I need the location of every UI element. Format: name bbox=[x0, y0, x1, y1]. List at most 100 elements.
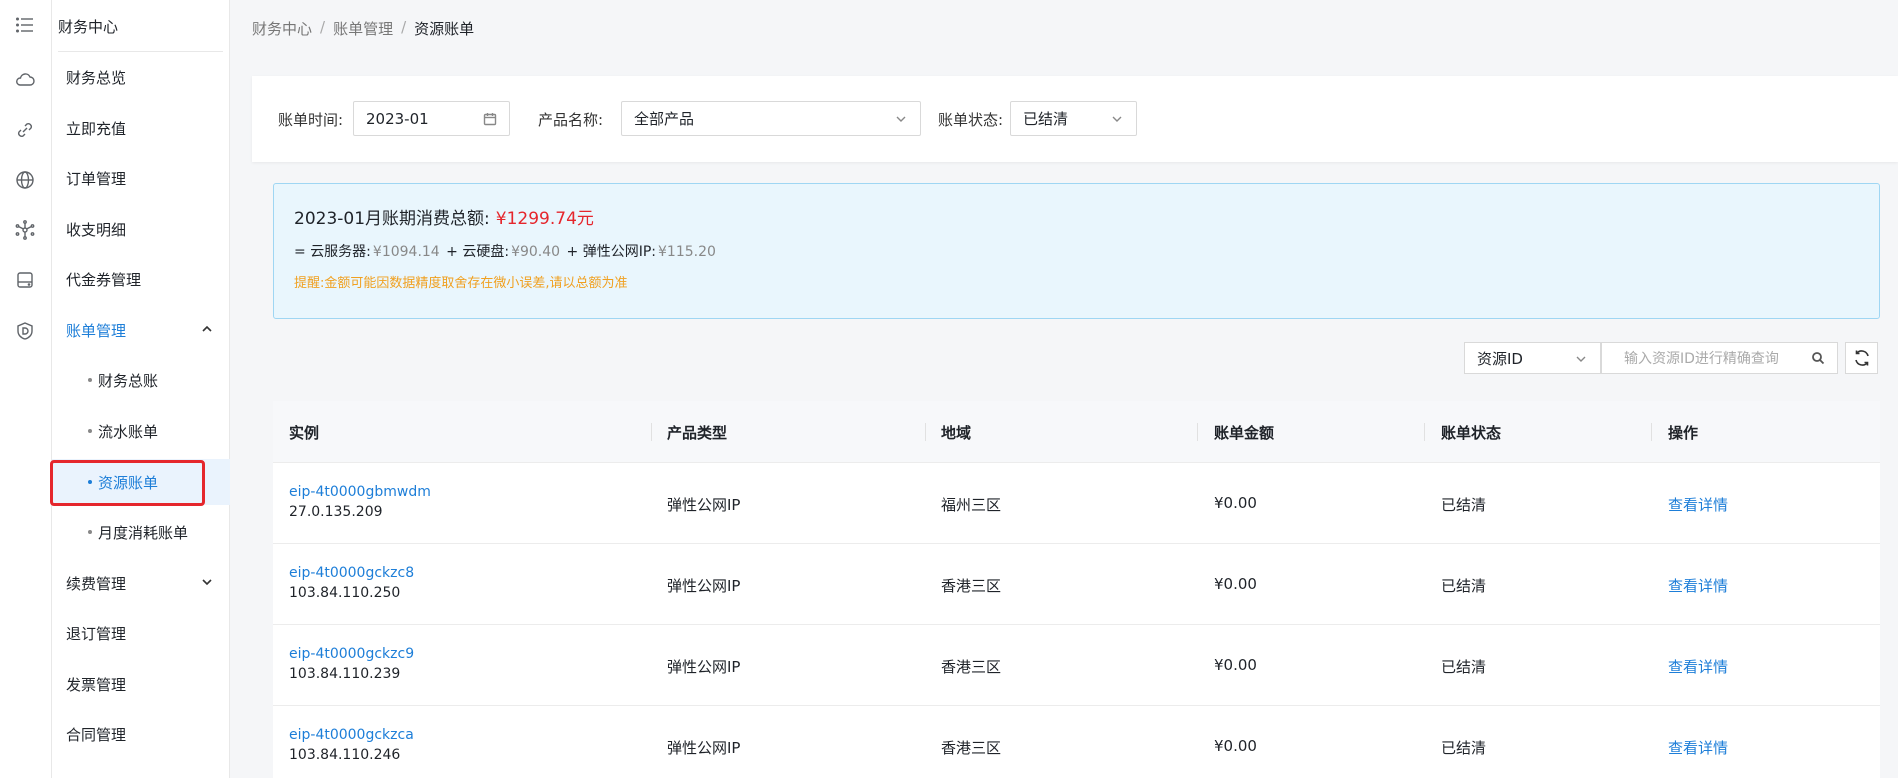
instance-ip: 103.84.110.246 bbox=[289, 747, 401, 763]
chevron-down-icon bbox=[1110, 112, 1124, 126]
instance-id-link[interactable]: eip-4t0000gbmwdm bbox=[289, 484, 431, 500]
sidebar: 财务中心 财务总览 立即充值 订单管理 收支明细 代金券管理 账单管理 财务总账… bbox=[52, 0, 230, 778]
sidebar-item-orders[interactable]: 订单管理 bbox=[52, 155, 230, 201]
instance-id-link[interactable]: eip-4t0000gckzc8 bbox=[289, 565, 414, 581]
view-details-link[interactable]: 查看详情 bbox=[1668, 656, 1728, 677]
breadcrumb-current: 资源账单 bbox=[414, 20, 475, 38]
amount-cell: ¥0.00 bbox=[1214, 737, 1257, 755]
status-cell: 已结清 bbox=[1441, 496, 1487, 514]
sidebar-item-income-expense[interactable]: 收支明细 bbox=[52, 206, 230, 252]
sidebar-subitem-label: 财务总账 bbox=[98, 371, 159, 390]
search-icon[interactable] bbox=[1811, 351, 1825, 365]
chevron-down-icon bbox=[200, 575, 214, 589]
column-header: 实例 bbox=[289, 424, 320, 442]
plus-sign: + bbox=[446, 244, 458, 260]
menu-icon[interactable] bbox=[12, 12, 38, 38]
sidebar-item-renewals[interactable]: 续费管理 bbox=[52, 560, 230, 606]
search-field-select[interactable]: 资源ID bbox=[1464, 342, 1601, 374]
bill-time-label: 账单时间: bbox=[278, 111, 344, 129]
bill-time-value: 2023-01 bbox=[366, 109, 429, 128]
sidebar-item-label: 订单管理 bbox=[66, 169, 127, 188]
instance-cell: eip-4t0000gckzca 103.84.110.246 bbox=[289, 727, 414, 763]
product-type-cell: 弹性公网IP bbox=[667, 739, 741, 757]
table-row: eip-4t0000gckzc8 103.84.110.250 弹性公网IP 香港… bbox=[273, 544, 1880, 625]
sidebar-item-label: 续费管理 bbox=[66, 574, 127, 593]
refresh-button[interactable] bbox=[1845, 342, 1878, 374]
column-header: 账单状态 bbox=[1441, 424, 1502, 442]
storage-icon[interactable] bbox=[12, 267, 38, 293]
sidebar-subitem-label: 流水账单 bbox=[98, 422, 159, 441]
table-row: eip-4t0000gbmwdm 27.0.135.209 弹性公网IP 福州三区… bbox=[273, 463, 1880, 544]
view-details-link[interactable]: 查看详情 bbox=[1668, 737, 1728, 758]
icon-rail bbox=[0, 0, 52, 778]
sidebar-subitem-monthly-consumption[interactable]: 月度消耗账单 bbox=[52, 509, 230, 555]
instance-ip: 103.84.110.250 bbox=[289, 585, 401, 601]
bullet-icon bbox=[88, 378, 92, 382]
column-divider bbox=[651, 423, 652, 441]
resource-id-search-input[interactable]: 输入资源ID进行精确查询 bbox=[1601, 342, 1838, 374]
column-header: 地域 bbox=[941, 424, 972, 442]
bill-status-value: 已结清 bbox=[1023, 110, 1069, 128]
summary-total-amount: ¥1299.74元 bbox=[495, 209, 594, 229]
product-type-cell: 弹性公网IP bbox=[667, 577, 741, 595]
column-divider bbox=[1197, 423, 1198, 441]
shield-icon[interactable] bbox=[12, 318, 38, 344]
cloud-icon[interactable] bbox=[12, 67, 38, 93]
instance-id-link[interactable]: eip-4t0000gckzc9 bbox=[289, 646, 414, 662]
sidebar-item-recharge[interactable]: 立即充值 bbox=[52, 105, 230, 151]
breakdown-value: ¥90.40 bbox=[511, 244, 561, 260]
sidebar-item-contracts[interactable]: 合同管理 bbox=[52, 711, 230, 757]
network-icon[interactable] bbox=[12, 217, 38, 243]
product-name-select[interactable]: 全部产品 bbox=[621, 101, 921, 136]
product-type-cell: 弹性公网IP bbox=[667, 496, 741, 514]
column-divider bbox=[1651, 423, 1652, 441]
product-name-value: 全部产品 bbox=[634, 110, 695, 128]
view-details-link[interactable]: 查看详情 bbox=[1668, 494, 1728, 515]
instance-cell: eip-4t0000gckzc9 103.84.110.239 bbox=[289, 646, 414, 682]
sidebar-item-label: 合同管理 bbox=[66, 725, 127, 744]
breadcrumb: 财务中心 / 账单管理 / 资源账单 bbox=[252, 18, 474, 39]
status-cell: 已结清 bbox=[1441, 739, 1487, 757]
breakdown-name: 云服务器: bbox=[310, 244, 371, 260]
sidebar-item-label: 收支明细 bbox=[66, 220, 127, 239]
sidebar-subitem-transaction-bill[interactable]: 流水账单 bbox=[52, 408, 230, 454]
filter-bar: 账单时间: 2023-01 产品名称: 全部产品 账单状态: 已结清 bbox=[252, 76, 1898, 162]
product-name-label: 产品名称: bbox=[538, 111, 604, 129]
sidebar-item-label: 代金券管理 bbox=[66, 270, 142, 289]
instance-id-link[interactable]: eip-4t0000gckzca bbox=[289, 727, 414, 743]
sidebar-item-invoices[interactable]: 发票管理 bbox=[52, 661, 230, 707]
sidebar-item-vouchers[interactable]: 代金券管理 bbox=[52, 256, 230, 302]
breakdown-value: ¥1094.14 bbox=[372, 244, 440, 260]
chevron-down-icon bbox=[1574, 352, 1588, 366]
bill-time-picker[interactable]: 2023-01 bbox=[353, 101, 510, 136]
link-icon[interactable] bbox=[12, 117, 38, 143]
bill-status-select[interactable]: 已结清 bbox=[1010, 101, 1137, 136]
instance-cell: eip-4t0000gbmwdm 27.0.135.209 bbox=[289, 484, 431, 520]
product-type-cell: 弹性公网IP bbox=[667, 658, 741, 676]
sidebar-item-label: 财务总览 bbox=[66, 68, 127, 87]
amount-cell: ¥0.00 bbox=[1214, 494, 1257, 512]
amount-cell: ¥0.00 bbox=[1214, 656, 1257, 674]
sidebar-title: 财务中心 bbox=[58, 18, 119, 36]
search-placeholder: 输入资源ID进行精确查询 bbox=[1624, 351, 1779, 367]
table-row: eip-4t0000gckzca 103.84.110.246 弹性公网IP 香港… bbox=[273, 706, 1880, 778]
sidebar-item-bill-management[interactable]: 账单管理 bbox=[52, 307, 230, 353]
chevron-up-icon bbox=[200, 322, 214, 336]
red-highlight-box bbox=[50, 460, 205, 506]
sidebar-item-finance-overview[interactable]: 财务总览 bbox=[52, 54, 230, 100]
breadcrumb-item[interactable]: 财务中心 bbox=[252, 18, 312, 39]
summary-title: 2023-01月账期消费总额: bbox=[294, 209, 490, 229]
sidebar-subitem-general-ledger[interactable]: 财务总账 bbox=[52, 357, 230, 403]
view-details-link[interactable]: 查看详情 bbox=[1668, 575, 1728, 596]
sidebar-item-label: 立即充值 bbox=[66, 119, 127, 138]
globe-icon[interactable] bbox=[12, 167, 38, 193]
sidebar-item-unsubscribe[interactable]: 退订管理 bbox=[52, 610, 230, 656]
breadcrumb-item[interactable]: 账单管理 bbox=[333, 18, 393, 39]
bill-status-label: 账单状态: bbox=[938, 111, 1004, 129]
status-cell: 已结清 bbox=[1441, 577, 1487, 595]
sidebar-divider bbox=[58, 51, 223, 52]
breakdown-value: ¥115.20 bbox=[658, 244, 716, 260]
breakdown-name: 云硬盘: bbox=[462, 244, 510, 260]
sidebar-item-label: 账单管理 bbox=[66, 321, 127, 340]
instance-ip: 103.84.110.239 bbox=[289, 666, 401, 682]
